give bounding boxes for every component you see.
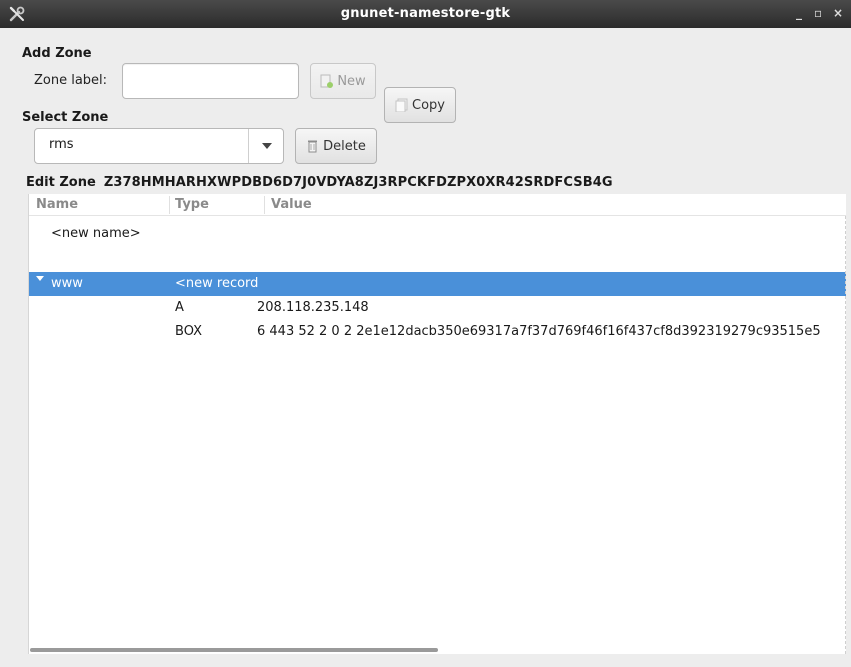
zone-key: Z378HMHARHXWPDBD6D7J0VDYA8ZJ3RPCKFDZPX0X… bbox=[103, 175, 613, 190]
minimize-button[interactable]: _ bbox=[796, 6, 802, 20]
tree-row[interactable]: A 208.118.235.148 bbox=[29, 296, 846, 320]
tree-header: Name Type Value bbox=[29, 194, 846, 216]
edit-zone-label: Edit Zone bbox=[26, 175, 96, 190]
add-zone-heading: Add Zone bbox=[22, 46, 92, 61]
row-value: 6 443 52 2 0 2 2e1e12dacb350e69317a7f37d… bbox=[257, 324, 821, 339]
copy-zone-button[interactable]: Copy bbox=[384, 87, 456, 123]
window-title: gnunet-namestore-gtk bbox=[340, 6, 511, 21]
main-window: Add Zone Zone label: New Copy Select Zon… bbox=[0, 28, 851, 667]
zone-select[interactable]: rms bbox=[34, 128, 284, 164]
delete-zone-button-label: Delete bbox=[323, 138, 366, 154]
new-zone-button[interactable]: New bbox=[310, 63, 376, 99]
zone-select-value: rms bbox=[49, 137, 74, 152]
header-divider bbox=[169, 196, 170, 214]
header-divider bbox=[264, 196, 265, 214]
close-button[interactable]: × bbox=[833, 6, 843, 20]
maximize-button[interactable]: ▫ bbox=[814, 6, 822, 20]
select-zone-heading: Select Zone bbox=[22, 110, 109, 125]
tree-row[interactable]: <new name> bbox=[29, 222, 846, 246]
copy-zone-button-label: Copy bbox=[412, 97, 445, 113]
row-name: <new name> bbox=[51, 226, 141, 241]
title-bar: gnunet-namestore-gtk _ ▫ × bbox=[0, 0, 851, 28]
trash-icon bbox=[306, 139, 319, 153]
expander-icon[interactable] bbox=[36, 276, 44, 281]
row-value: 208.118.235.148 bbox=[257, 300, 369, 315]
edit-zone-heading: Edit Zone Z378HMHARHXWPDBD6D7J0VDYA8ZJ3RP… bbox=[26, 175, 613, 190]
column-header-type[interactable]: Type bbox=[175, 197, 209, 212]
row-name: www bbox=[51, 276, 83, 291]
zone-label-label: Zone label: bbox=[34, 73, 108, 88]
zone-select-divider bbox=[248, 129, 249, 163]
chevron-down-icon bbox=[262, 143, 272, 149]
row-type: BOX bbox=[175, 324, 202, 339]
column-edge bbox=[845, 216, 846, 654]
column-header-value[interactable]: Value bbox=[271, 197, 312, 212]
copy-icon bbox=[395, 98, 408, 113]
records-tree[interactable]: Name Type Value <new name> www <new reco… bbox=[28, 194, 846, 654]
zone-label-input[interactable] bbox=[122, 63, 299, 99]
tree-row[interactable]: BOX 6 443 52 2 0 2 2e1e12dacb350e69317a7… bbox=[29, 320, 846, 344]
new-document-icon bbox=[320, 74, 334, 88]
tree-row[interactable]: www <new record bbox=[29, 272, 846, 296]
delete-zone-button[interactable]: Delete bbox=[295, 128, 377, 164]
column-header-name[interactable]: Name bbox=[36, 197, 78, 212]
row-type: A bbox=[175, 300, 184, 315]
new-zone-button-label: New bbox=[337, 73, 366, 89]
horizontal-scrollbar[interactable] bbox=[30, 648, 438, 652]
row-type: <new record bbox=[175, 276, 259, 291]
